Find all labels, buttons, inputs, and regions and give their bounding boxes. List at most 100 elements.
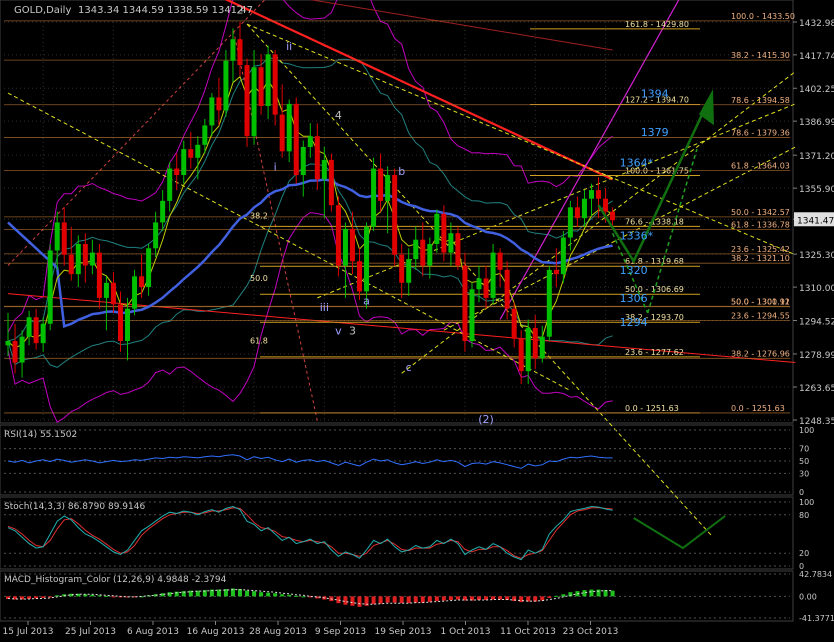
time-tick-label: 6 Aug 2013 (127, 627, 179, 637)
magenta-rising-line (499, 0, 680, 320)
bear-candle (518, 338, 524, 372)
price-tick-label: 1417.74 (799, 52, 834, 62)
macd-bar (519, 596, 524, 603)
bear-candle (441, 213, 447, 253)
macd-bar (399, 596, 404, 604)
macd-bar (561, 594, 566, 597)
fib-level-label: 23.6 - 1325.42 (731, 245, 790, 254)
macd-bar (596, 589, 601, 597)
bear-candle (504, 269, 510, 309)
macd-bar (448, 596, 453, 601)
bear-candle (574, 207, 580, 219)
bull-candle (202, 125, 208, 145)
bull-candle (342, 228, 348, 266)
gold-daily-chart[interactable]: 161.8 - 1429.80127.2 - 1394.70100.0 - 13… (0, 0, 834, 638)
fib-level-label: 38.2 - 1276.96 (731, 349, 790, 358)
bear-candle (497, 252, 503, 270)
dark-red-line (309, 0, 613, 51)
bear-candle (357, 261, 362, 292)
macd-bar (610, 590, 615, 597)
macd-bar (294, 595, 299, 597)
macd-bar (547, 596, 552, 598)
time-tick-label: 9 Sep 2013 (315, 627, 366, 637)
macd-bar (41, 596, 46, 598)
bull-candle (469, 289, 475, 341)
bull-candle (588, 190, 594, 199)
macd-bar (90, 594, 95, 597)
rsi-tick-label: 100 (799, 426, 814, 435)
bear-candle (328, 159, 334, 206)
price-tick-label: 1278.99 (799, 351, 834, 361)
bull-candle (153, 222, 159, 249)
rsi-panel-frame (0, 424, 794, 496)
fib-left-label: 38.2 (250, 211, 268, 220)
time-tick-label: 1 Oct 2013 (441, 627, 491, 637)
macd-bar (237, 589, 242, 597)
stoch-tick-label: 20 (799, 549, 809, 558)
bull-candle (223, 60, 229, 111)
main-downtrend (224, 0, 614, 181)
bull-candle (476, 278, 482, 290)
macd-label: MACD_Histogram_Color (12,26,9) 4.9848 -2… (4, 575, 227, 585)
bear-candle (188, 149, 194, 158)
bollinger-lower (7, 212, 613, 423)
bull-candle (26, 317, 32, 337)
bull-candle (167, 168, 173, 201)
bear-candle (596, 190, 602, 199)
price-tick-label: 1325.30 (799, 251, 834, 261)
bear-candle (216, 97, 222, 111)
bear-candle (237, 39, 243, 66)
bull-candle (567, 207, 573, 238)
wave-label: i (274, 161, 277, 174)
bear-candle (117, 304, 123, 341)
bear-candle (96, 252, 102, 298)
bear-candle (378, 168, 384, 201)
macd-bar (378, 596, 383, 604)
macd-bar (371, 596, 376, 605)
macd-bar (48, 596, 53, 598)
time-tick-label: 19 Sep 2013 (374, 627, 431, 637)
price-axis: 1432.98 1417.74 1402.25 1386.99 1371.20 1355.… (793, 19, 834, 427)
bear-candle (532, 328, 538, 359)
bull-candle (195, 144, 201, 158)
macd-bar (477, 596, 482, 601)
price-tick-label: 1355.90 (799, 185, 834, 195)
bear-candle (603, 198, 609, 212)
macd-bar (97, 595, 102, 597)
wave-label: 3 (349, 325, 356, 338)
macd-bar (104, 595, 109, 597)
bear-candle (33, 317, 39, 344)
macd-bar (287, 594, 292, 597)
fibonacci-levels: 161.8 - 1429.80127.2 - 1394.70100.0 - 13… (4, 12, 795, 414)
fib-level-label: 38.2 - 1321.10 (731, 254, 790, 263)
last-price-label: 1341.47 (797, 216, 834, 226)
target-label: 1306 (620, 292, 648, 305)
macd-bar (357, 596, 362, 607)
bear-candle (61, 222, 67, 255)
fib-level-label: 23.6 - 1277.62 (625, 348, 684, 357)
fib-level-label: 38.2 - 1415.30 (731, 51, 790, 60)
bull-candle (146, 248, 152, 288)
fib-level-label: 100.0 - 1433.50 (731, 12, 795, 21)
price-tick-label: 1371.20 (799, 152, 834, 162)
bear-candle (12, 340, 18, 363)
bull-candle (181, 149, 187, 176)
bull-candle (251, 67, 257, 137)
bull-candle (321, 159, 327, 180)
bear-candle (244, 65, 250, 137)
fib-level-label: 78.6 - 1379.36 (731, 129, 790, 138)
target-label: 1320 (620, 264, 648, 277)
rsi-panel: 100 70 50 30 0 (4, 426, 814, 497)
stoch-d-line (7, 507, 613, 559)
bear-candle (610, 211, 616, 221)
macd-bar (406, 596, 411, 604)
macd-bar (55, 595, 60, 597)
chart-window[interactable]: 161.8 - 1429.80 127.2 - 1394.70 100.0 - 13… (0, 0, 834, 638)
bear-candle (335, 205, 341, 266)
bear-candle (553, 269, 559, 275)
stoch-forecast-path (633, 515, 726, 550)
stoch-label: Stoch(14,3,3) 86.8790 89.9146 (4, 502, 145, 512)
rsi-tick-label: 50 (799, 457, 809, 466)
bull-candle (89, 252, 95, 266)
fib-left-label: 50.0 (250, 274, 268, 283)
